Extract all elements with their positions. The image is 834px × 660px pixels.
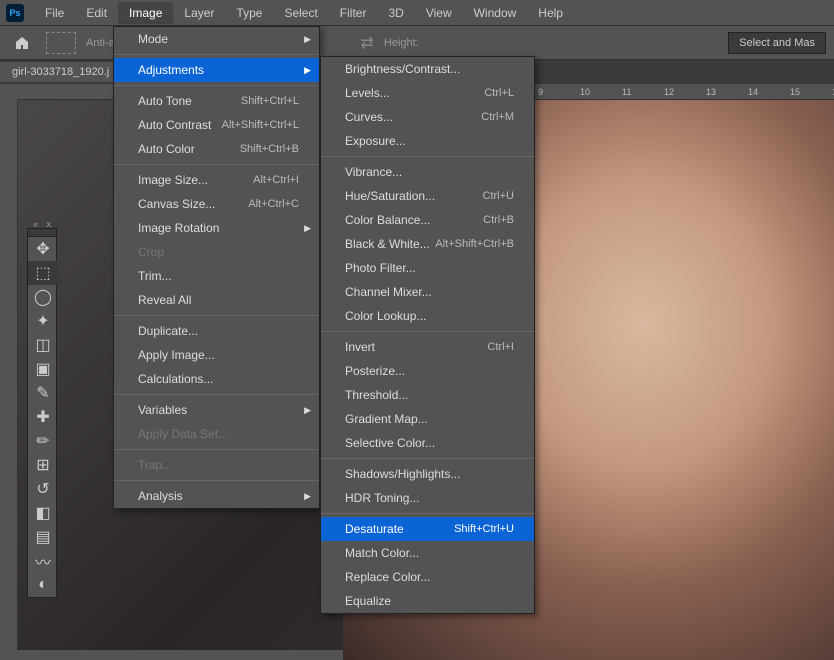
- app-logo: Ps: [6, 4, 24, 22]
- menu-filter[interactable]: Filter: [329, 2, 378, 24]
- menubar: Ps FileEditImageLayerTypeSelectFilter3DV…: [0, 0, 834, 26]
- adjustments-submenu: Brightness/Contrast...Levels...Ctrl+LCur…: [320, 56, 535, 614]
- tool-gradient[interactable]: ▤: [28, 525, 58, 549]
- tool-frame[interactable]: ▣: [28, 357, 58, 381]
- menu-edit[interactable]: Edit: [75, 2, 118, 24]
- image-menu-image-size[interactable]: Image Size...Alt+Ctrl+I: [114, 168, 319, 192]
- adjust-menu-hdr-toning[interactable]: HDR Toning...: [321, 486, 534, 510]
- adjust-menu-channel-mixer[interactable]: Channel Mixer...: [321, 280, 534, 304]
- image-menu-apply-image[interactable]: Apply Image...: [114, 343, 319, 367]
- adjust-menu-brightness-contrast[interactable]: Brightness/Contrast...: [321, 57, 534, 81]
- adjust-menu-gradient-map[interactable]: Gradient Map...: [321, 407, 534, 431]
- adjust-menu-equalize[interactable]: Equalize: [321, 589, 534, 613]
- image-menu-canvas-size[interactable]: Canvas Size...Alt+Ctrl+C: [114, 192, 319, 216]
- adjust-menu-threshold[interactable]: Threshold...: [321, 383, 534, 407]
- tool-marquee[interactable]: ⬚: [28, 261, 58, 285]
- tool-lasso[interactable]: ◯: [28, 285, 58, 309]
- image-menu-auto-color[interactable]: Auto ColorShift+Ctrl+B: [114, 137, 319, 161]
- document-tab[interactable]: girl-3033718_1920.j: [0, 62, 121, 82]
- swap-icon[interactable]: ⇄: [360, 33, 373, 53]
- image-menu-adjustments[interactable]: Adjustments▶: [114, 58, 319, 82]
- menu-3d[interactable]: 3D: [377, 2, 414, 24]
- select-mask-button[interactable]: Select and Mas: [728, 32, 826, 54]
- menu-type[interactable]: Type: [225, 2, 273, 24]
- adjust-menu-photo-filter[interactable]: Photo Filter...: [321, 256, 534, 280]
- tool-stamp[interactable]: ⊞: [28, 453, 58, 477]
- tool-preset-icon[interactable]: [46, 32, 76, 54]
- menu-window[interactable]: Window: [463, 2, 528, 24]
- image-menu-mode[interactable]: Mode▶: [114, 27, 319, 51]
- adjust-menu-match-color[interactable]: Match Color...: [321, 541, 534, 565]
- tool-brush[interactable]: ✏: [28, 429, 58, 453]
- adjust-menu-posterize[interactable]: Posterize...: [321, 359, 534, 383]
- adjust-menu-black-white[interactable]: Black & White...Alt+Shift+Ctrl+B: [321, 232, 534, 256]
- adjust-menu-selective-color[interactable]: Selective Color...: [321, 431, 534, 455]
- home-icon[interactable]: [8, 32, 36, 54]
- menu-image[interactable]: Image: [118, 2, 173, 24]
- tool-eyedrop[interactable]: ✎: [28, 381, 58, 405]
- adjust-menu-vibrance[interactable]: Vibrance...: [321, 160, 534, 184]
- adjust-menu-exposure[interactable]: Exposure...: [321, 129, 534, 153]
- menu-layer[interactable]: Layer: [173, 2, 225, 24]
- image-menu-trap: Trap...: [114, 453, 319, 477]
- image-menu-apply-data-set: Apply Data Set...: [114, 422, 319, 446]
- height-label: Height:: [384, 37, 419, 49]
- adjust-menu-curves[interactable]: Curves...Ctrl+M: [321, 105, 534, 129]
- image-menu-dropdown: Mode▶Adjustments▶Auto ToneShift+Ctrl+LAu…: [113, 26, 320, 509]
- image-menu-variables[interactable]: Variables▶: [114, 398, 319, 422]
- tool-history[interactable]: ↺: [28, 477, 58, 501]
- tool-dodge[interactable]: ◐: [28, 573, 58, 597]
- image-menu-reveal-all[interactable]: Reveal All: [114, 288, 319, 312]
- adjust-menu-color-lookup[interactable]: Color Lookup...: [321, 304, 534, 328]
- menu-help[interactable]: Help: [527, 2, 574, 24]
- tool-heal[interactable]: ✚: [28, 405, 58, 429]
- tool-crop[interactable]: ◫: [28, 333, 58, 357]
- image-menu-auto-contrast[interactable]: Auto ContrastAlt+Shift+Ctrl+L: [114, 113, 319, 137]
- adjust-menu-invert[interactable]: InvertCtrl+I: [321, 335, 534, 359]
- panel-grip[interactable]: [28, 229, 56, 237]
- ruler-vertical: [0, 100, 18, 650]
- tool-blur[interactable]: 〰: [28, 549, 58, 573]
- adjust-menu-desaturate[interactable]: DesaturateShift+Ctrl+U: [321, 517, 534, 541]
- menu-select[interactable]: Select: [273, 2, 328, 24]
- menu-file[interactable]: File: [34, 2, 75, 24]
- image-menu-duplicate[interactable]: Duplicate...: [114, 319, 319, 343]
- adjust-menu-replace-color[interactable]: Replace Color...: [321, 565, 534, 589]
- image-menu-image-rotation[interactable]: Image Rotation▶: [114, 216, 319, 240]
- image-menu-analysis[interactable]: Analysis▶: [114, 484, 319, 508]
- image-menu-crop: Crop: [114, 240, 319, 264]
- tools-panel: ✥⬚◯✦◫▣✎✚✏⊞↺◧▤〰◐: [27, 228, 57, 598]
- menu-view[interactable]: View: [415, 2, 463, 24]
- tool-wand[interactable]: ✦: [28, 309, 58, 333]
- adjust-menu-hue-saturation[interactable]: Hue/Saturation...Ctrl+U: [321, 184, 534, 208]
- tool-eraser[interactable]: ◧: [28, 501, 58, 525]
- image-menu-trim[interactable]: Trim...: [114, 264, 319, 288]
- adjust-menu-levels[interactable]: Levels...Ctrl+L: [321, 81, 534, 105]
- tool-move[interactable]: ✥: [28, 237, 58, 261]
- adjust-menu-color-balance[interactable]: Color Balance...Ctrl+B: [321, 208, 534, 232]
- image-menu-auto-tone[interactable]: Auto ToneShift+Ctrl+L: [114, 89, 319, 113]
- document-tab-label: girl-3033718_1920.j: [12, 66, 109, 78]
- adjust-menu-shadows-highlights[interactable]: Shadows/Highlights...: [321, 462, 534, 486]
- image-menu-calculations[interactable]: Calculations...: [114, 367, 319, 391]
